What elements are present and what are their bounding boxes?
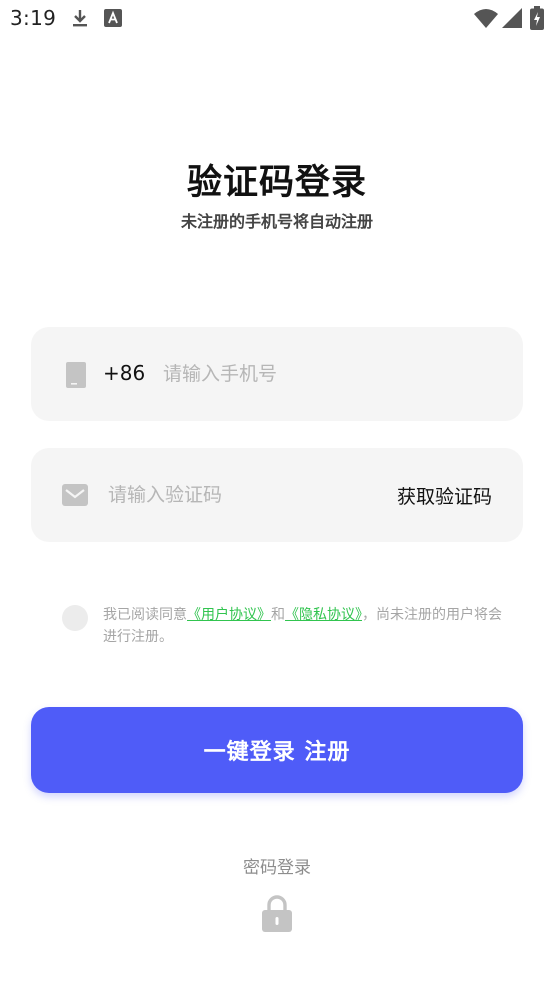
agreement-checkbox[interactable] — [62, 605, 88, 631]
get-code-button[interactable]: 获取验证码 — [397, 482, 492, 509]
password-login-link[interactable]: 密码登录 — [0, 853, 554, 878]
wifi-icon — [474, 9, 498, 28]
mail-icon — [62, 484, 88, 506]
lock-icon[interactable] — [260, 894, 294, 932]
agreement-connector: 和 — [271, 607, 285, 623]
agreement-prefix: 我已阅读同意 — [103, 607, 187, 623]
phone-input[interactable] — [163, 357, 463, 391]
page-subtitle: 未注册的手机号将自动注册 — [180, 212, 373, 231]
phone-field-card[interactable]: +86 — [31, 327, 523, 421]
country-code[interactable]: +86 — [103, 361, 145, 385]
one-click-login-button[interactable]: 一键登录 注册 — [31, 707, 523, 793]
signal-icon — [502, 8, 522, 28]
download-icon — [73, 10, 87, 27]
user-agreement-link[interactable]: 《用户协议》 — [187, 607, 271, 623]
verification-code-input[interactable] — [108, 478, 368, 512]
status-bar: 3:19 — [0, 0, 554, 38]
a-notification-icon — [104, 9, 122, 27]
battery-charging-icon — [530, 6, 544, 30]
agreement-text: 我已阅读同意《用户协议》和《隐私协议》，尚未注册的用户将会进行注册。 — [103, 604, 503, 648]
privacy-policy-link[interactable]: 《隐私协议》 — [285, 607, 362, 623]
status-time: 3:19 — [10, 6, 57, 30]
page-title: 验证码登录 — [186, 163, 367, 203]
phone-icon — [66, 362, 86, 388]
code-field-card[interactable]: 获取验证码 — [31, 448, 523, 542]
